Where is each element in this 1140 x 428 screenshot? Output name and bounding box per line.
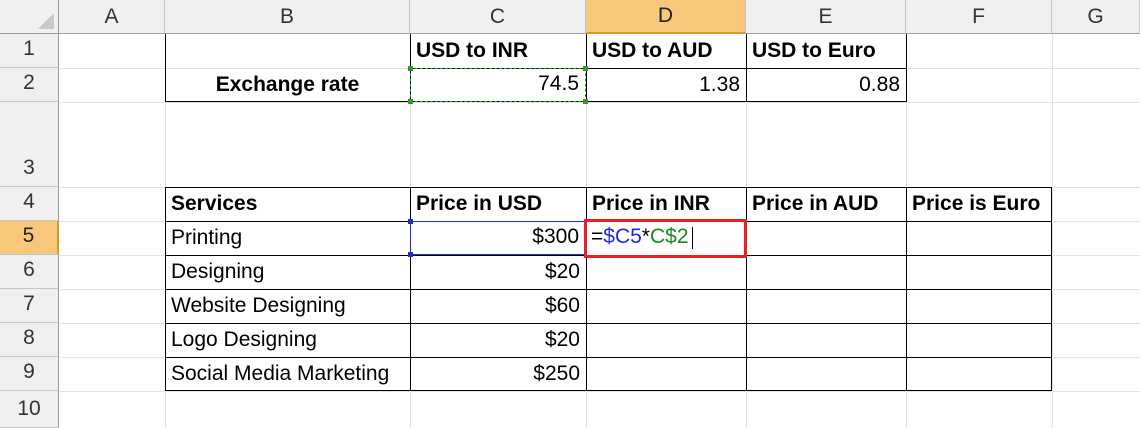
row-header-2[interactable]: 2 (0, 68, 59, 102)
row-header-3[interactable]: 3 (0, 102, 59, 187)
cell-b7[interactable]: Website Designing (165, 289, 410, 323)
cell-e1[interactable]: USD to Euro (746, 34, 906, 68)
cell-c8[interactable]: $20 (410, 323, 586, 357)
formula-operator: * (641, 225, 650, 248)
cell-d4[interactable]: Price in INR (586, 187, 746, 221)
cell-b4[interactable]: Services (165, 187, 410, 221)
cell-e2[interactable]: 0.88 (746, 68, 906, 102)
row-header-5[interactable]: 5 (0, 221, 59, 255)
cell-b6[interactable]: Designing (165, 255, 410, 289)
spreadsheet: A B C D E F G 1 2 3 4 5 6 7 8 9 10 USD t… (0, 0, 1140, 428)
column-header-d[interactable]: D (586, 0, 746, 34)
select-all-corner[interactable] (0, 0, 59, 34)
cell-b9[interactable]: Social Media Marketing (165, 357, 410, 391)
cell-d1[interactable]: USD to AUD (586, 34, 746, 68)
cell-d2[interactable]: 1.38 (586, 68, 746, 102)
cell-c6[interactable]: $20 (410, 255, 586, 289)
formula-ref-c2: C$2 (649, 225, 689, 248)
active-cell-d5[interactable]: = $C5 * C$2 (584, 219, 747, 258)
gridline (59, 102, 1140, 103)
formula-ref-c5: $C5 (603, 225, 642, 248)
cell-c7[interactable]: $60 (410, 289, 586, 323)
column-header-e[interactable]: E (746, 0, 906, 34)
cell-c9[interactable]: $250 (410, 357, 586, 391)
cell-e4[interactable]: Price in AUD (746, 187, 906, 221)
select-all-icon (38, 13, 54, 29)
formula-equals: = (591, 225, 604, 248)
cell-b2[interactable]: Exchange rate (165, 68, 410, 102)
row-header-10[interactable]: 10 (0, 391, 59, 428)
row-header-7[interactable]: 7 (0, 289, 59, 323)
cell-b8[interactable]: Logo Designing (165, 323, 410, 357)
cell-c5[interactable]: $300 (410, 221, 586, 255)
row-header-6[interactable]: 6 (0, 255, 59, 289)
row-header-4[interactable]: 4 (0, 187, 59, 221)
reference-handle[interactable] (408, 66, 413, 71)
cell-c1[interactable]: USD to INR (410, 34, 586, 68)
cell-c4[interactable]: Price in USD (410, 187, 586, 221)
row-header-9[interactable]: 9 (0, 357, 59, 391)
gridline (1052, 34, 1053, 428)
column-header-a[interactable]: A (59, 0, 165, 34)
cell-b5[interactable]: Printing (165, 221, 410, 255)
column-header-c[interactable]: C (410, 0, 586, 34)
reference-handle[interactable] (408, 99, 413, 104)
reference-handle[interactable] (583, 66, 588, 71)
gridline (59, 391, 1140, 392)
cell-f4[interactable]: Price is Euro (906, 187, 1052, 221)
cell-c2[interactable]: 74.5 (410, 68, 586, 102)
reference-handle[interactable] (583, 99, 588, 104)
row-header-8[interactable]: 8 (0, 323, 59, 357)
column-header-f[interactable]: F (906, 0, 1052, 34)
text-cursor (691, 227, 693, 249)
row-header-1[interactable]: 1 (0, 34, 59, 68)
reference-handle[interactable] (408, 219, 413, 224)
column-header-b[interactable]: B (165, 0, 410, 34)
column-header-g[interactable]: G (1052, 0, 1140, 34)
